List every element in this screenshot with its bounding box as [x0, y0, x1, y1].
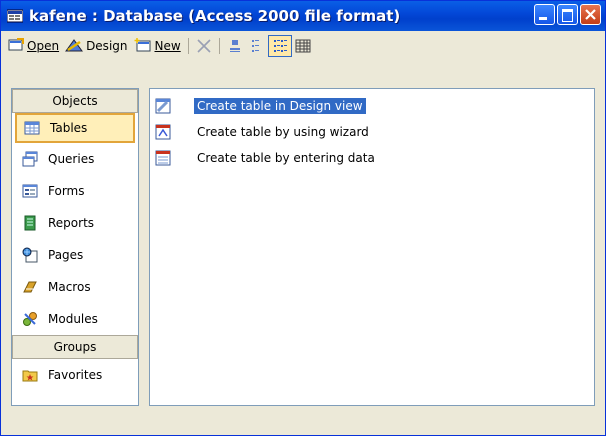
objects-item-label: Forms: [48, 184, 85, 198]
objects-list: Tables Queries Forms Reports Pages Macros Modu…: [12, 113, 138, 335]
toolbar-separator: [187, 38, 189, 54]
window-bottom-frame: [1, 411, 605, 435]
toolbar: Open Design New: [5, 34, 601, 58]
open-icon: [8, 37, 24, 55]
small-icons-button[interactable]: [246, 35, 268, 57]
minimize-icon: [539, 17, 547, 20]
open-label: Open: [27, 39, 60, 53]
database-window: kafene : Database (Access 2000 file form…: [0, 0, 606, 436]
macros-icon: [22, 279, 38, 295]
close-button[interactable]: [580, 4, 601, 25]
new-table-shortcut-icon: [155, 150, 171, 166]
list-view-button[interactable]: [267, 35, 292, 57]
delete-icon: [197, 39, 211, 53]
objects-item-label: Modules: [48, 312, 98, 326]
close-icon: [585, 9, 596, 20]
groups-item-favorites[interactable]: Favorites: [12, 359, 138, 391]
title-bar[interactable]: kafene : Database (Access 2000 file form…: [1, 1, 605, 31]
objects-item-tables[interactable]: Tables: [15, 113, 135, 143]
list-view-icon: [273, 40, 287, 52]
objects-item-label: Reports: [48, 216, 95, 230]
shortcut-item[interactable]: Create table by entering data: [155, 149, 378, 167]
shortcut-label: Create table in Design view: [194, 98, 366, 114]
details-view-icon: [295, 39, 311, 53]
tables-icon: [24, 120, 40, 136]
small-icons-icon: [251, 40, 259, 52]
queries-icon: [22, 151, 38, 167]
forms-icon: [22, 183, 38, 199]
delete-button[interactable]: [193, 35, 215, 57]
design-button[interactable]: Design: [62, 35, 130, 57]
minimize-button[interactable]: [534, 4, 555, 25]
objects-group-header[interactable]: Objects: [12, 89, 138, 113]
details-view-button[interactable]: [292, 35, 314, 57]
new-table-shortcut-icon: [155, 124, 171, 140]
window-title: kafene : Database (Access 2000 file form…: [29, 7, 401, 25]
objects-item-modules[interactable]: Modules: [12, 303, 138, 335]
toolbar-separator: [218, 38, 220, 54]
objects-item-label: Macros: [48, 280, 91, 294]
objects-item-label: Tables: [50, 121, 88, 135]
new-label: New: [154, 39, 181, 53]
objects-item-queries[interactable]: Queries: [12, 143, 138, 175]
new-icon: [134, 37, 152, 55]
objects-item-forms[interactable]: Forms: [12, 175, 138, 207]
new-table-shortcut-icon: [155, 98, 171, 114]
objects-item-reports[interactable]: Reports: [12, 207, 138, 239]
shortcut-label: Create table by using wizard: [197, 125, 369, 139]
new-button[interactable]: New: [131, 35, 184, 57]
object-list-view[interactable]: Create table in Design view Create table …: [149, 88, 595, 406]
reports-icon: [22, 215, 38, 231]
database-icon: [6, 9, 24, 23]
large-icons-button[interactable]: [224, 35, 246, 57]
maximize-button[interactable]: [557, 4, 578, 25]
caption-buttons: [534, 4, 601, 25]
favorites-icon: [22, 367, 38, 383]
shortcut-item[interactable]: Create table by using wizard: [155, 123, 372, 141]
objects-item-pages[interactable]: Pages: [12, 239, 138, 271]
maximize-icon: [562, 9, 573, 22]
objects-bar: Objects Tables Queries Forms Reports Pages Ma…: [11, 88, 139, 406]
objects-item-label: Queries: [48, 152, 95, 166]
groups-item-label: Favorites: [48, 368, 103, 382]
design-icon: [65, 38, 84, 55]
design-label: Design: [86, 39, 128, 53]
modules-icon: [22, 311, 38, 327]
shortcut-label: Create table by entering data: [197, 151, 375, 165]
objects-item-label: Pages: [48, 248, 84, 262]
groups-group-header[interactable]: Groups: [12, 335, 138, 359]
pages-icon: [22, 247, 38, 263]
objects-item-macros[interactable]: Macros: [12, 271, 138, 303]
open-button[interactable]: Open: [5, 35, 62, 57]
groups-list: Favorites: [12, 359, 138, 391]
large-icons-icon: [229, 40, 240, 52]
shortcut-item[interactable]: Create table in Design view: [155, 97, 366, 115]
